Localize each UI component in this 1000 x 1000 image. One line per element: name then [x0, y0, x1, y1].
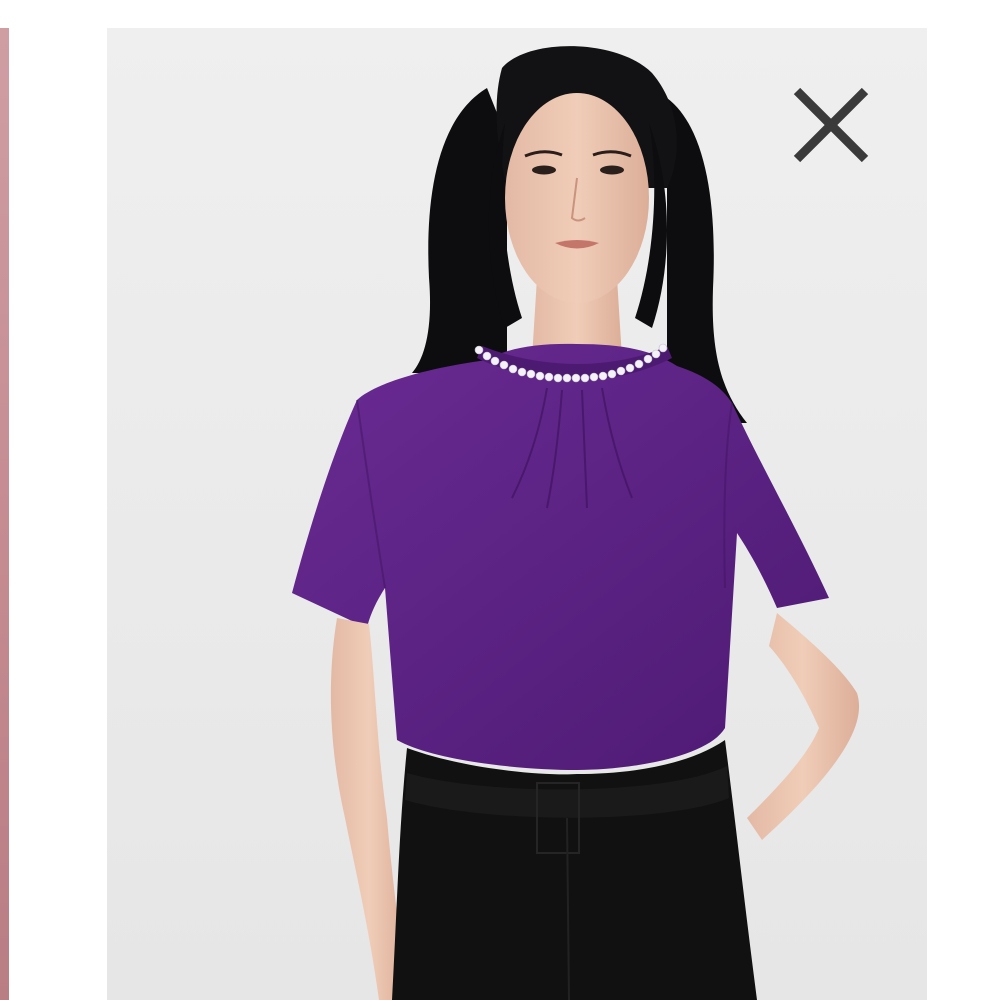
previous-slide-edge[interactable] — [0, 28, 9, 1000]
product-photo — [107, 28, 927, 1000]
product-image-viewer — [0, 0, 1000, 1000]
close-button[interactable] — [784, 78, 878, 172]
close-icon — [793, 87, 869, 163]
